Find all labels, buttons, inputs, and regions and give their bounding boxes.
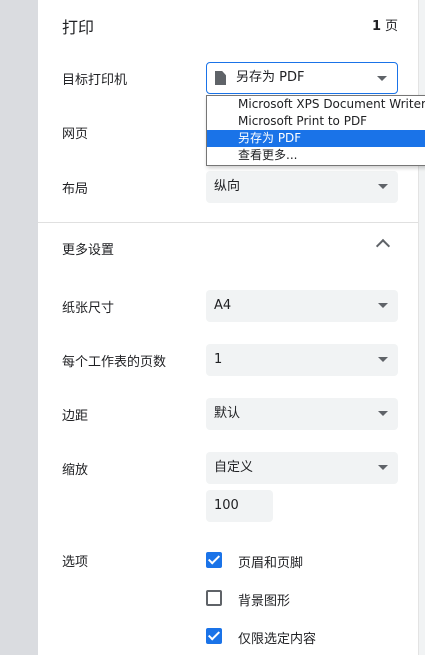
pdf-document-icon (215, 71, 226, 85)
layout-label: 布局 (62, 182, 89, 197)
destination-select[interactable]: 另存为 PDF (206, 62, 398, 94)
header-footer-checkbox[interactable] (206, 552, 222, 568)
page-count-number: 1 (371, 19, 381, 34)
margins-select[interactable]: 默认 (206, 398, 398, 430)
page-count-unit: 页 (384, 19, 398, 34)
paper-size-value: A4 (214, 298, 232, 313)
divider (38, 222, 418, 223)
selection-only-label[interactable]: 仅限选定内容 (238, 628, 316, 647)
more-settings-label[interactable]: 更多设置 (62, 239, 114, 258)
scale-select[interactable]: 自定义 (206, 452, 398, 484)
paper-size-label: 纸张尺寸 (62, 301, 115, 316)
preview-background-left (0, 0, 38, 655)
chevron-down-icon (378, 411, 388, 416)
pages-per-sheet-label: 每个工作表的页数 (62, 355, 167, 370)
chevron-down-icon (378, 465, 388, 470)
destination-dropdown-list[interactable]: Microsoft XPS Document Writer Microsoft … (206, 95, 425, 166)
selection-only-checkbox[interactable] (206, 628, 222, 644)
dropdown-option[interactable]: Microsoft Print to PDF (207, 113, 425, 130)
dropdown-option[interactable]: Microsoft XPS Document Writer (207, 96, 425, 113)
pages-per-sheet-select[interactable]: 1 (206, 344, 398, 376)
paper-size-select[interactable]: A4 (206, 290, 398, 322)
dropdown-option[interactable]: 查看更多... (207, 147, 425, 164)
chevron-down-icon (378, 357, 388, 362)
print-title: 打印 (62, 18, 95, 37)
pages-per-sheet-value: 1 (214, 352, 223, 367)
options-label: 选项 (62, 555, 89, 570)
scale-input[interactable]: 100 (206, 490, 273, 522)
dropdown-option-selected[interactable]: 另存为 PDF (207, 130, 425, 147)
scale-label: 缩放 (62, 463, 89, 478)
layout-select[interactable]: 纵向 (206, 171, 398, 203)
chevron-down-icon (378, 303, 388, 308)
pages-label: 网页 (62, 127, 89, 142)
page-count: 1页 (372, 15, 398, 34)
margins-label: 边距 (62, 409, 89, 424)
destination-value: 另存为 PDF (236, 70, 305, 85)
background-graphics-label[interactable]: 背景图形 (238, 590, 290, 609)
destination-label: 目标打印机 (62, 73, 128, 88)
chevron-down-icon (377, 76, 387, 81)
background-graphics-checkbox[interactable] (206, 590, 222, 606)
layout-value: 纵向 (214, 179, 241, 194)
header-footer-label[interactable]: 页眉和页脚 (238, 552, 303, 571)
scale-value: 自定义 (214, 460, 254, 475)
chevron-down-icon (378, 184, 388, 189)
margins-value: 默认 (214, 406, 241, 421)
